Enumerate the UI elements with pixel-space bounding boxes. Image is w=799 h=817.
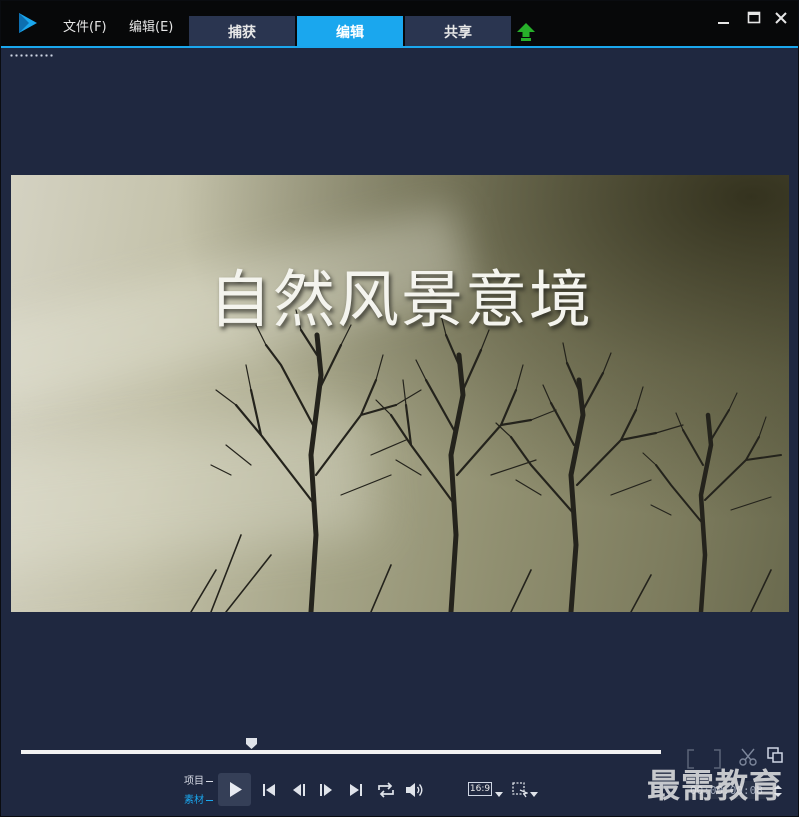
upload-icon[interactable] bbox=[516, 23, 536, 41]
tab-capture[interactable]: 捕获 bbox=[189, 16, 295, 47]
next-frame-icon[interactable] bbox=[317, 781, 335, 799]
mode-project-label: 项目 bbox=[184, 776, 204, 787]
chevron-down-icon[interactable] bbox=[530, 792, 538, 797]
tab-edit-label: 编辑 bbox=[336, 24, 364, 41]
tab-underline bbox=[1, 46, 798, 48]
title-bar: 文件(F) 编辑(E) 捕获 编辑 共享 bbox=[1, 1, 798, 48]
mode-clip-label: 素材 bbox=[184, 795, 204, 806]
app-logo-icon bbox=[19, 13, 37, 33]
menu-edit[interactable]: 编辑(E) bbox=[129, 16, 173, 35]
maximize-icon[interactable] bbox=[745, 9, 763, 27]
tab-share-label: 共享 bbox=[444, 24, 472, 41]
mode-clip[interactable]: 素材 bbox=[184, 791, 213, 806]
go-to-end-icon[interactable] bbox=[347, 781, 365, 799]
timeline-scrubber[interactable] bbox=[21, 750, 661, 754]
tab-edit[interactable]: 编辑 bbox=[297, 16, 403, 47]
mode-project[interactable]: 项目 bbox=[184, 772, 213, 787]
tab-share[interactable]: 共享 bbox=[405, 16, 511, 47]
preview-title-text: 自然风景意境 bbox=[208, 263, 593, 336]
volume-icon[interactable] bbox=[404, 781, 424, 799]
close-icon[interactable] bbox=[772, 9, 790, 27]
preview-window: 自然风景意境 bbox=[11, 175, 789, 612]
scrubber-handle[interactable] bbox=[245, 737, 258, 750]
aspect-ratio-button[interactable]: 16:9 bbox=[468, 782, 494, 798]
repeat-icon[interactable] bbox=[376, 781, 396, 799]
aspect-ratio-label: 16:9 bbox=[468, 782, 492, 796]
app-window: 文件(F) 编辑(E) 捕获 编辑 共享 自然风景意境 项目 素材 16:9 0… bbox=[0, 0, 799, 817]
play-icon bbox=[230, 782, 242, 797]
go-to-start-icon[interactable] bbox=[260, 781, 278, 799]
watermark: 最需教育 bbox=[647, 766, 783, 805]
play-button[interactable] bbox=[218, 773, 251, 806]
panel-drag-handle[interactable] bbox=[9, 54, 55, 57]
tree-silhouette-image bbox=[190, 309, 782, 612]
chevron-down-icon[interactable] bbox=[495, 792, 503, 797]
tab-capture-label: 捕获 bbox=[228, 24, 256, 41]
minimize-icon[interactable] bbox=[715, 9, 733, 27]
selection-icon[interactable] bbox=[512, 782, 528, 798]
menu-file[interactable]: 文件(F) bbox=[63, 16, 107, 35]
previous-frame-icon[interactable] bbox=[290, 781, 308, 799]
